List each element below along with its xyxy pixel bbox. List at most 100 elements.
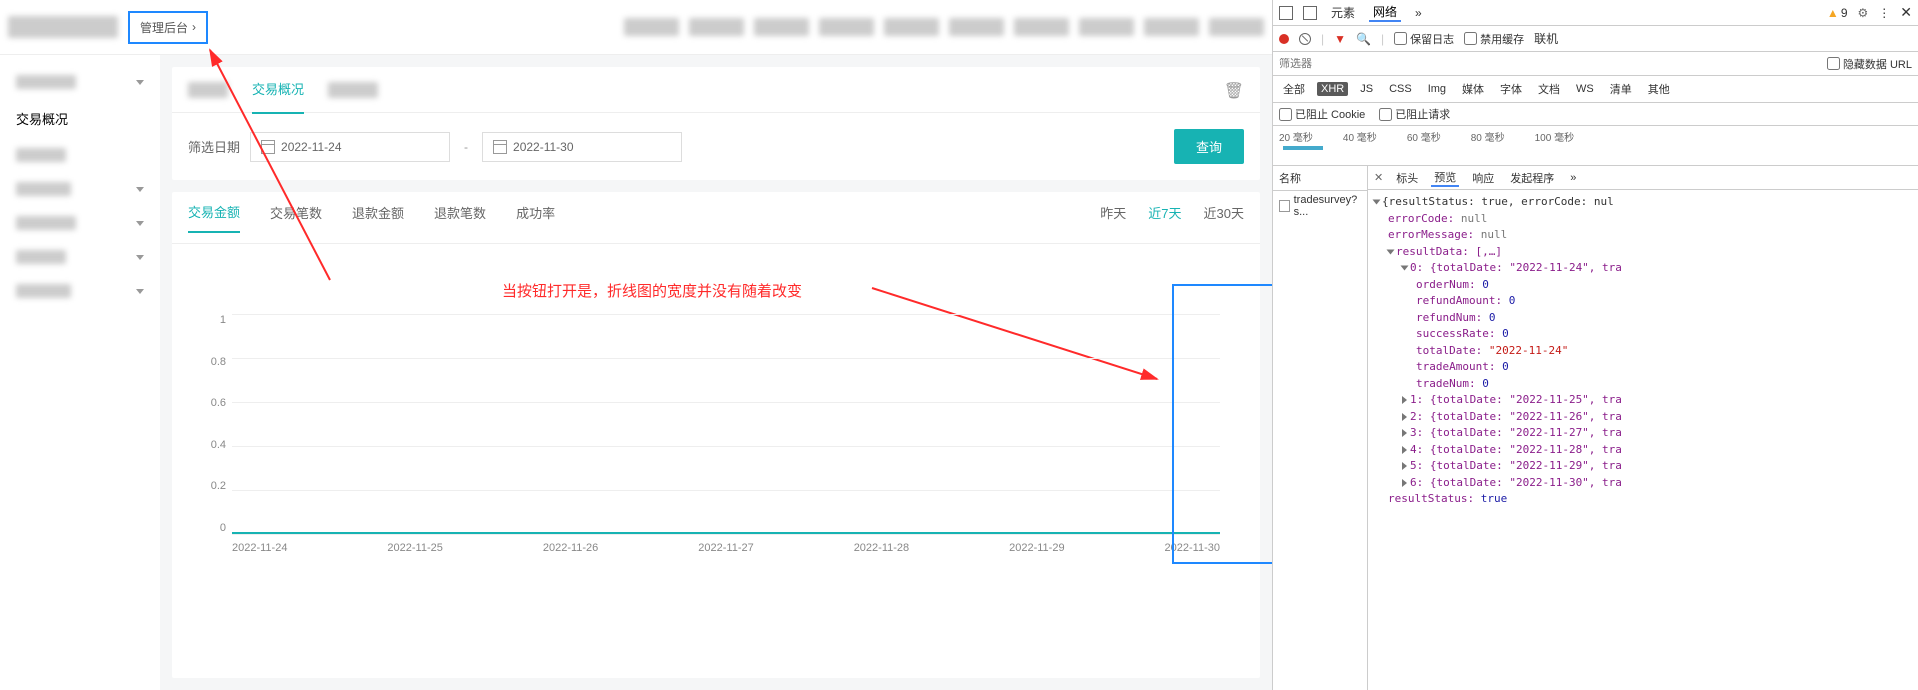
- clear-icon[interactable]: [1299, 33, 1311, 45]
- query-button[interactable]: 查询: [1174, 129, 1244, 164]
- sidebar-item[interactable]: [0, 138, 160, 172]
- devtools-filter-row: 隐藏数据 URL: [1273, 52, 1918, 76]
- top-item: [1014, 18, 1069, 36]
- date-start-value: 2022-11-24: [281, 140, 342, 154]
- sidebar-item[interactable]: [0, 274, 160, 308]
- date-start-input[interactable]: 2022-11-24: [250, 132, 450, 162]
- tab-more[interactable]: »: [1411, 6, 1426, 20]
- blocked-request-checkbox[interactable]: 已阻止请求: [1379, 106, 1450, 122]
- request-row[interactable]: tradesurvey?s...: [1273, 191, 1367, 221]
- inspect-icon[interactable]: [1279, 6, 1293, 20]
- filter-manifest[interactable]: 清单: [1606, 80, 1636, 98]
- chevron-down-icon: [136, 289, 144, 294]
- top-item: [819, 18, 874, 36]
- file-icon: [1279, 200, 1290, 212]
- calendar-icon: [493, 140, 507, 154]
- sidebar-item-trade-overview[interactable]: 交易概况: [0, 99, 160, 138]
- admin-entry-button[interactable]: 管理后台 ›: [128, 11, 208, 44]
- filter-ws[interactable]: WS: [1572, 82, 1598, 96]
- x-tick: 2022-11-26: [543, 542, 598, 554]
- dtab-response[interactable]: 响应: [1469, 170, 1497, 186]
- sidebar-item[interactable]: [0, 172, 160, 206]
- detail-tabs: ✕ 标头 预览 响应 发起程序 »: [1368, 166, 1918, 190]
- hide-data-url-checkbox[interactable]: 隐藏数据 URL: [1827, 56, 1912, 72]
- sidebar-item-label: [16, 216, 76, 230]
- top-item: [949, 18, 1004, 36]
- blocked-cookie-checkbox[interactable]: 已阻止 Cookie: [1279, 106, 1365, 122]
- metric-amount[interactable]: 交易金额: [188, 192, 240, 233]
- period-yesterday[interactable]: 昨天: [1100, 203, 1126, 222]
- date-end-value: 2022-11-30: [513, 140, 574, 154]
- search-icon[interactable]: 🔍: [1356, 32, 1371, 46]
- filter-icon[interactable]: ▼: [1334, 32, 1346, 46]
- dtab-initiator[interactable]: 发起程序: [1507, 170, 1557, 186]
- metric-refund-count[interactable]: 退款笔数: [434, 193, 486, 232]
- metric-count[interactable]: 交易笔数: [270, 193, 322, 232]
- period-7d[interactable]: 近7天: [1148, 203, 1181, 222]
- metric-success-rate[interactable]: 成功率: [516, 193, 555, 232]
- dtab-more[interactable]: »: [1567, 172, 1579, 184]
- metric-refund-amount[interactable]: 退款金额: [352, 193, 404, 232]
- close-icon[interactable]: ✕: [1900, 4, 1912, 21]
- filter-css[interactable]: CSS: [1385, 82, 1416, 96]
- devtools-toolbar: | ▼ 🔍 | 保留日志 禁用缓存 联机: [1273, 26, 1918, 52]
- metric-tabs: 交易金额 交易笔数 退款金额 退款笔数 成功率 昨天 近7天 近30天: [172, 192, 1260, 244]
- y-tick: 0: [196, 522, 226, 534]
- dtab-preview[interactable]: 预览: [1431, 169, 1459, 187]
- tab-elements[interactable]: 元素: [1327, 4, 1359, 21]
- sidebar-item-label: [16, 250, 66, 264]
- y-axis: 1 0.8 0.6 0.4 0.2 0: [196, 314, 226, 534]
- logo: [8, 16, 118, 38]
- grid-line: [232, 490, 1220, 491]
- timeline-tick: 80 毫秒: [1471, 129, 1505, 144]
- sidebar-item[interactable]: [0, 206, 160, 240]
- online-status[interactable]: 联机: [1534, 30, 1558, 47]
- chart-area: 当按钮打开是，折线图的宽度并没有随着改变 1 0.8 0.6 0.4 0.2 0: [172, 244, 1260, 574]
- series-line: [232, 532, 1220, 534]
- period-30d[interactable]: 近30天: [1204, 203, 1244, 222]
- top-item: [754, 18, 809, 36]
- grid-line: [232, 314, 1220, 315]
- top-item: [689, 18, 744, 36]
- page-tabs: 交易概况 🗑: [172, 67, 1260, 113]
- filter-all[interactable]: 全部: [1279, 80, 1309, 98]
- date-end-input[interactable]: 2022-11-30: [482, 132, 682, 162]
- sidebar: 交易概况: [0, 55, 160, 690]
- filter-img[interactable]: Img: [1424, 82, 1450, 96]
- timeline[interactable]: 20 毫秒 40 毫秒 60 毫秒 80 毫秒 100 毫秒: [1273, 126, 1918, 166]
- sidebar-item[interactable]: [0, 240, 160, 274]
- filter-media[interactable]: 媒体: [1458, 80, 1488, 98]
- filter-row: 筛选日期 2022-11-24 - 2022-11-30 查询: [172, 113, 1260, 180]
- keep-log-checkbox[interactable]: 保留日志: [1394, 31, 1454, 47]
- plot: [232, 314, 1220, 534]
- filter-input[interactable]: [1279, 58, 1817, 70]
- sidebar-item-label: [16, 148, 66, 162]
- chevron-down-icon: [136, 221, 144, 226]
- filter-xhr[interactable]: XHR: [1317, 82, 1348, 96]
- close-detail-icon[interactable]: ✕: [1374, 171, 1383, 184]
- record-icon[interactable]: [1279, 34, 1289, 44]
- tab[interactable]: [188, 82, 228, 98]
- delete-icon[interactable]: 🗑: [1224, 81, 1244, 101]
- warning-badge[interactable]: ▲9: [1827, 6, 1848, 20]
- json-preview[interactable]: {resultStatus: true, errorCode: nul erro…: [1368, 190, 1918, 690]
- topbar: 管理后台 ›: [0, 0, 1272, 55]
- sidebar-item[interactable]: [0, 65, 160, 99]
- filter-js[interactable]: JS: [1356, 82, 1377, 96]
- sidebar-item-label: [16, 284, 71, 298]
- filter-doc[interactable]: 文档: [1534, 80, 1564, 98]
- settings-icon[interactable]: ⚙: [1858, 6, 1869, 20]
- tab-network[interactable]: 网络: [1369, 3, 1401, 22]
- x-tick: 2022-11-28: [854, 542, 909, 554]
- content: 交易概况 🗑 筛选日期 2022-11-24 - 2022-11-30: [160, 55, 1272, 690]
- filter-other[interactable]: 其他: [1644, 80, 1674, 98]
- dtab-headers[interactable]: 标头: [1393, 170, 1421, 186]
- disable-cache-checkbox[interactable]: 禁用缓存: [1464, 31, 1524, 47]
- filter-font[interactable]: 字体: [1496, 80, 1526, 98]
- top-item: [624, 18, 679, 36]
- device-icon[interactable]: [1303, 6, 1317, 20]
- tab[interactable]: [328, 82, 378, 98]
- chevron-down-icon: [136, 255, 144, 260]
- tab-trade-overview[interactable]: 交易概况: [252, 65, 304, 114]
- more-icon[interactable]: ⋮: [1878, 6, 1890, 20]
